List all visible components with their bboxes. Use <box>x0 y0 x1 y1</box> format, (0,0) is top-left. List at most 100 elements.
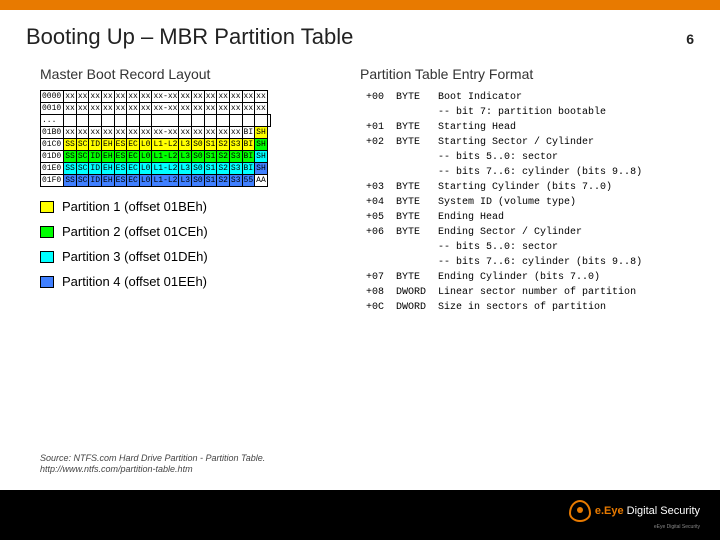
entry-off <box>360 240 390 255</box>
hex-cell: xx <box>127 127 140 139</box>
entry-desc: -- bits 5..0: sector <box>432 240 648 255</box>
hex-cell: xx <box>64 103 77 115</box>
entry-format-table: +00BYTEBoot Indicator-- bit 7: partition… <box>360 90 648 315</box>
hex-cell: xx <box>102 91 115 103</box>
hex-cell: xx <box>192 103 205 115</box>
hex-cell: EC <box>127 175 140 187</box>
brand-tagline: eEye Digital Security <box>569 524 700 530</box>
entry-type <box>390 165 432 180</box>
source-line1: Source: NTFS.com Hard Drive Partition - … <box>40 453 265 465</box>
partition-legend: Partition 1 (offset 01BEh) Partition 2 (o… <box>40 199 340 289</box>
hex-cell: SH <box>255 127 268 139</box>
hex-cell: L0 <box>139 139 152 151</box>
hex-row: ... <box>41 115 271 127</box>
hex-cell <box>114 115 127 127</box>
hex-cell: xx <box>204 103 217 115</box>
hex-cell <box>255 115 268 127</box>
hex-cell: ES <box>114 139 127 151</box>
hex-addr: 0000 <box>41 91 64 103</box>
entry-desc: Size in sectors of partition <box>432 300 648 315</box>
hex-cell: EC <box>127 163 140 175</box>
hex-cell: EC <box>127 139 140 151</box>
hex-cell: SS <box>64 151 77 163</box>
hex-cell: S1 <box>204 151 217 163</box>
hex-cell: xx <box>255 91 268 103</box>
hex-cell: SH <box>255 139 268 151</box>
hex-cell: xx <box>242 103 255 115</box>
legend-item: Partition 3 (offset 01DEh) <box>40 249 340 264</box>
hex-cell: xx <box>89 103 102 115</box>
hex-row: 01B0xxxxxxxxxxxxxxxx-xxxxxxxxxxxxBISH <box>41 127 271 139</box>
entry-off: +06 <box>360 225 390 240</box>
hex-cell: SC <box>76 175 89 187</box>
hex-row: 01E0SSSCIDEHESECL0L1-L2L3S0S1S2S3BISH <box>41 163 271 175</box>
hex-addr: ... <box>41 115 64 127</box>
source-line2: http://www.ntfs.com/partition-table.htm <box>40 464 265 476</box>
hex-cell: xx <box>102 127 115 139</box>
hex-cell: EH <box>102 163 115 175</box>
entry-off: +01 <box>360 120 390 135</box>
page-title: Booting Up – MBR Partition Table <box>26 24 353 50</box>
hex-cell: xx <box>89 91 102 103</box>
hex-cell: ES <box>114 175 127 187</box>
entry-desc: Ending Cylinder (bits 7..0) <box>432 270 648 285</box>
hex-cell: BI <box>242 163 255 175</box>
hex-cell: xx <box>229 91 242 103</box>
hex-cell: xx <box>192 127 205 139</box>
hex-cell: L3 <box>179 175 192 187</box>
hex-cell <box>102 115 115 127</box>
hex-row: 0000xxxxxxxxxxxxxxxx-xxxxxxxxxxxxxxxx <box>41 91 271 103</box>
hex-cell <box>267 115 270 127</box>
hex-addr: 01B0 <box>41 127 64 139</box>
hex-cell: S0 <box>192 175 205 187</box>
hex-cell: xx <box>229 127 242 139</box>
legend-label: Partition 2 (offset 01CEh) <box>62 224 208 239</box>
page-number: 6 <box>686 31 694 47</box>
legend-label: Partition 3 (offset 01DEh) <box>62 249 208 264</box>
legend-swatch <box>40 251 54 263</box>
entry-type: BYTE <box>390 270 432 285</box>
entry-type: BYTE <box>390 90 432 105</box>
hex-cell: xx-xx <box>152 103 179 115</box>
hex-cell: S1 <box>204 139 217 151</box>
hex-cell: xx <box>76 103 89 115</box>
left-column: Master Boot Record Layout 0000xxxxxxxxxx… <box>40 66 340 315</box>
hex-cell <box>217 115 230 127</box>
hex-cell: xx <box>192 91 205 103</box>
entry-type <box>390 150 432 165</box>
hex-cell: SS <box>64 163 77 175</box>
hex-cell <box>89 115 102 127</box>
hex-cell <box>76 115 89 127</box>
slide-header: Booting Up – MBR Partition Table 6 <box>0 10 720 58</box>
entry-off: +00 <box>360 90 390 105</box>
legend-label: Partition 1 (offset 01BEh) <box>62 199 207 214</box>
hex-cell: xx <box>139 103 152 115</box>
hex-cell: xx <box>217 103 230 115</box>
hex-cell: xx <box>204 91 217 103</box>
entry-row: +00BYTEBoot Indicator <box>360 90 648 105</box>
hex-cell <box>127 115 140 127</box>
entry-desc: -- bits 7..6: cylinder (bits 9..8) <box>432 165 648 180</box>
entry-row: +01BYTEStarting Head <box>360 120 648 135</box>
hex-cell: ID <box>89 163 102 175</box>
hex-cell: S2 <box>217 139 230 151</box>
hex-cell <box>179 115 192 127</box>
hex-dump-table: 0000xxxxxxxxxxxxxxxx-xxxxxxxxxxxxxxxx001… <box>40 90 271 187</box>
entry-off: +07 <box>360 270 390 285</box>
hex-addr: 01D0 <box>41 151 64 163</box>
eye-icon <box>569 500 591 522</box>
legend-swatch <box>40 226 54 238</box>
entry-off <box>360 150 390 165</box>
entry-off <box>360 105 390 120</box>
hex-cell: S3 <box>229 139 242 151</box>
hex-cell: xx <box>76 91 89 103</box>
hex-cell: xx <box>76 127 89 139</box>
hex-row: 01F0SSSCIDEHESECL0L1-L2L3S0S1S2S355AA <box>41 175 271 187</box>
hex-cell: L0 <box>139 151 152 163</box>
entry-row: +02BYTEStarting Sector / Cylinder <box>360 135 648 150</box>
hex-cell: BI <box>242 139 255 151</box>
entry-type: BYTE <box>390 225 432 240</box>
hex-cell: xx <box>127 91 140 103</box>
footer-bar: e.Eye Digital Security eEye Digital Secu… <box>0 490 720 540</box>
entry-off: +02 <box>360 135 390 150</box>
